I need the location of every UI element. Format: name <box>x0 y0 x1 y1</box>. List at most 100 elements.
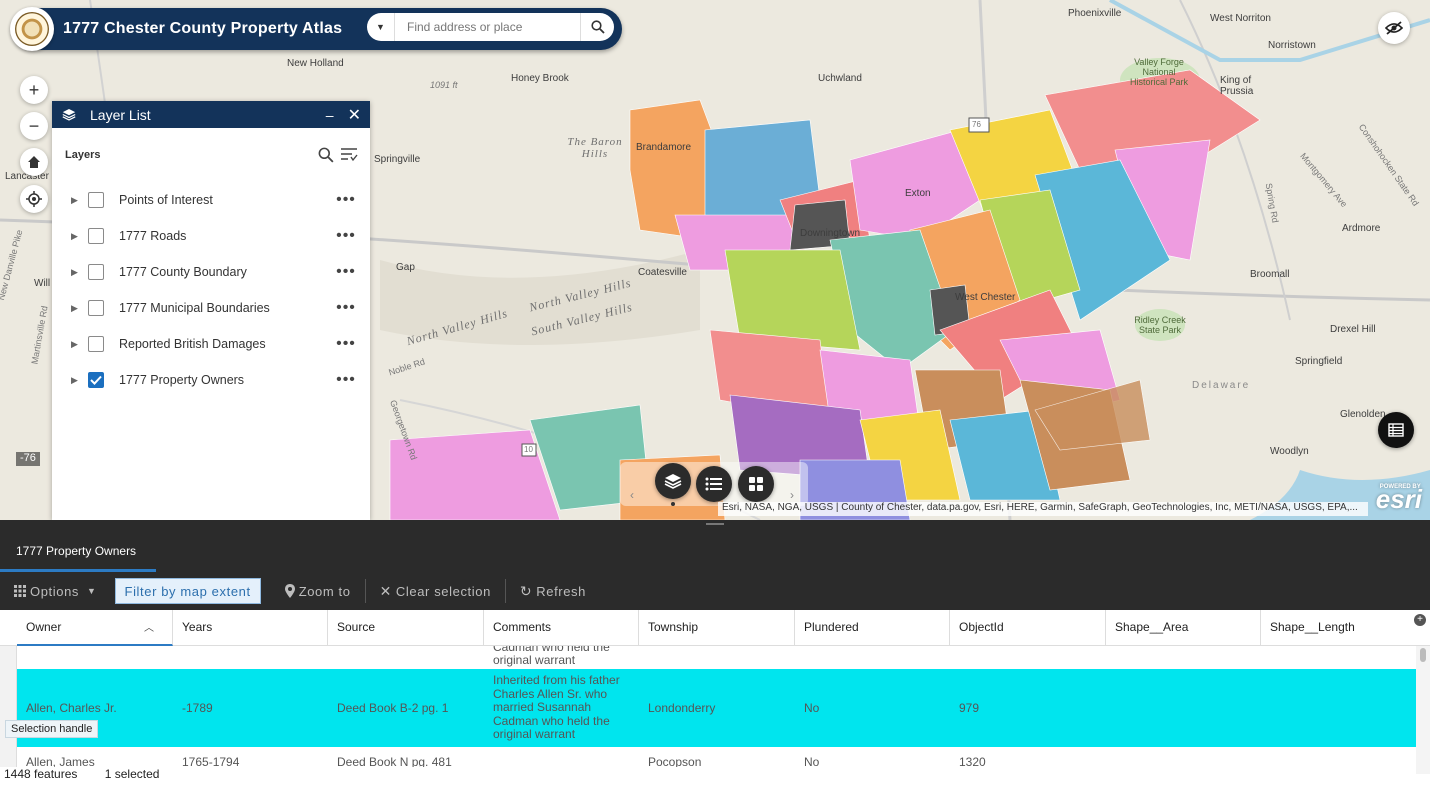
app-header: 1777 Chester County Property Atlas ▼ <box>10 7 622 51</box>
drag-handle-icon[interactable] <box>706 523 724 525</box>
close-icon[interactable]: ✕ <box>348 105 361 125</box>
place-baron-hills: The Baron Hills <box>567 136 623 160</box>
column-header-shape-length[interactable]: Shape__Length <box>1261 610 1416 646</box>
map-view[interactable]: Phoenixville West Norriton Norristown Ne… <box>0 0 1430 520</box>
refresh-label: Refresh <box>536 583 586 599</box>
column-header-shape-area[interactable]: Shape__Area <box>1106 610 1261 646</box>
table-row-selected[interactable]: Allen, Charles Jr. -1789 Deed Book B-2 p… <box>17 669 1416 747</box>
panel-splitter[interactable] <box>0 520 1430 530</box>
filter-icon[interactable] <box>340 147 358 163</box>
layer-visibility-checkbox[interactable] <box>88 336 104 352</box>
layer-item[interactable]: ▶ Points of Interest ••• <box>52 182 370 218</box>
layer-list-subheader: Layers <box>52 128 370 182</box>
layers-icon <box>664 474 682 489</box>
hide-ui-button[interactable] <box>1378 12 1410 44</box>
place-springville: Springville <box>374 154 421 165</box>
zoom-to-label: Zoom to <box>298 583 351 599</box>
elevation-label: 1091 ft <box>430 80 458 90</box>
zoom-in-button[interactable]: + <box>20 76 48 104</box>
clear-selection-button[interactable]: ✕ Clear selection <box>366 579 505 603</box>
more-options-icon[interactable]: ••• <box>336 300 356 316</box>
expand-icon[interactable]: ▶ <box>71 375 79 386</box>
column-header-years[interactable]: Years <box>173 610 328 646</box>
more-options-icon[interactable]: ••• <box>336 228 356 244</box>
place-glenolden: Glenolden <box>1340 409 1386 420</box>
clear-selection-label: Clear selection <box>395 583 491 599</box>
tab-property-owners[interactable]: 1777 Property Owners <box>0 530 156 572</box>
filter-by-extent-button[interactable]: Filter by map extent <box>114 578 261 604</box>
layer-item[interactable]: ▶ 1777 Municipal Boundaries ••• <box>52 290 370 326</box>
expand-icon[interactable]: ▶ <box>71 267 79 278</box>
expand-icon[interactable]: ▶ <box>71 195 79 206</box>
minus-icon: − <box>28 115 40 136</box>
more-options-icon[interactable]: ••• <box>336 372 356 388</box>
refresh-button[interactable]: ↻ Refresh <box>506 579 600 603</box>
locate-button[interactable] <box>20 185 48 213</box>
search-source-dropdown[interactable]: ▼ <box>367 13 395 41</box>
layer-visibility-checkbox[interactable] <box>88 228 104 244</box>
expand-icon[interactable]: ▶ <box>71 303 79 314</box>
layer-item[interactable]: ▶ 1777 Roads ••• <box>52 218 370 254</box>
search-button[interactable] <box>580 13 614 41</box>
objectid-cell: 979 <box>959 701 980 715</box>
legend-widget-button[interactable] <box>696 466 732 502</box>
place-drexel-hill: Drexel Hill <box>1330 324 1376 335</box>
close-icon: ✕ <box>379 582 392 599</box>
layer-visibility-checkbox[interactable] <box>88 192 104 208</box>
plundered-cell: No <box>804 701 820 715</box>
basemap-gallery-button[interactable] <box>738 466 774 502</box>
place-phoenixville: Phoenixville <box>1068 8 1122 19</box>
place-king-of-prussia: King of Prussia <box>1220 75 1254 97</box>
search-icon[interactable] <box>318 147 334 163</box>
esri-logo: POWERED BY esri <box>1375 484 1422 514</box>
layer-item[interactable]: ▶ Reported British Damages ••• <box>52 326 370 362</box>
attribute-table-toggle[interactable] <box>1378 412 1414 448</box>
options-menu[interactable]: Options ▼ <box>0 579 111 603</box>
expand-icon[interactable]: ▶ <box>71 339 79 350</box>
minimize-icon[interactable]: – <box>326 107 334 123</box>
place-uchwland: Uchwland <box>818 73 862 84</box>
more-options-icon[interactable]: ••• <box>336 264 356 280</box>
home-button[interactable] <box>20 148 48 176</box>
layer-visibility-checkbox[interactable] <box>88 372 104 388</box>
layer-item[interactable]: ▶ 1777 Property Owners ••• <box>52 362 370 398</box>
table-row[interactable]: Cadman who held the original warrant <box>17 646 1416 668</box>
table-toolbar: Options ▼ Filter by map extent Zoom to ✕… <box>0 572 1430 610</box>
column-header-comments[interactable]: Comments <box>484 610 639 646</box>
column-header-plundered[interactable]: Plundered <box>795 610 950 646</box>
column-header-objectid[interactable]: ObjectId <box>950 610 1106 646</box>
expand-icon[interactable]: ▶ <box>71 231 79 242</box>
column-header-source[interactable]: Source <box>328 610 484 646</box>
search-input[interactable] <box>395 20 580 34</box>
place-coatesville: Coatesville <box>638 267 687 278</box>
caret-down-icon: ▼ <box>87 586 97 596</box>
layer-visibility-checkbox[interactable] <box>88 264 104 280</box>
layer-list-panel: Layer List – ✕ Layers ▶ Points of Intere… <box>52 101 370 520</box>
row-selector-strip <box>0 646 17 785</box>
sort-ascending-icon: ︿ <box>144 623 154 634</box>
layer-item[interactable]: ▶ 1777 County Boundary ••• <box>52 254 370 290</box>
place-west-chester: West Chester <box>955 292 1016 303</box>
column-header-owner[interactable]: Owner ︿ <box>17 610 173 646</box>
layer-name: 1777 Roads <box>119 229 187 243</box>
grid-header: Owner ︿ Years Source Comments Township P… <box>0 610 1430 646</box>
more-options-icon[interactable]: ••• <box>336 192 356 208</box>
zoom-to-button[interactable]: Zoom to <box>271 579 365 603</box>
layer-list-widget-button[interactable] <box>655 463 691 499</box>
grid-dots-icon <box>14 585 26 597</box>
add-column-icon[interactable]: + <box>1414 614 1426 626</box>
place-broomall: Broomall <box>1250 269 1290 280</box>
pin-icon <box>284 584 295 598</box>
more-options-icon[interactable]: ••• <box>336 336 356 352</box>
eye-off-icon <box>1385 21 1403 35</box>
place-gap: Gap <box>396 262 415 273</box>
home-icon <box>28 156 40 168</box>
layer-visibility-checkbox[interactable] <box>88 300 104 316</box>
scroll-thumb[interactable] <box>1420 648 1426 662</box>
column-header-township[interactable]: Township <box>639 610 795 646</box>
previous-icon[interactable]: ‹ <box>630 488 634 502</box>
comments-cell: Cadman who held the original warrant <box>493 646 610 667</box>
zoom-out-button[interactable]: − <box>20 112 48 140</box>
next-icon[interactable]: › <box>790 488 794 502</box>
table-scrollbar[interactable] <box>1416 646 1430 774</box>
